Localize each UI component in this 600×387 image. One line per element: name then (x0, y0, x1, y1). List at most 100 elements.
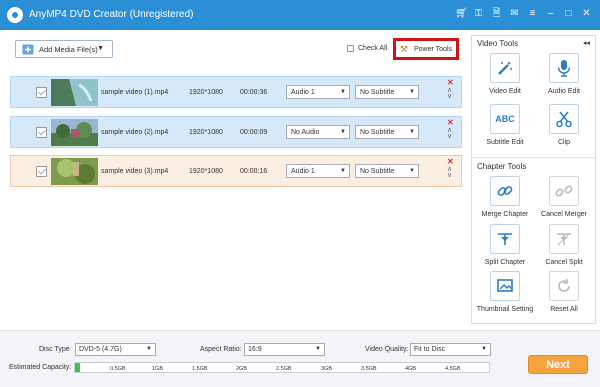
audio-value: Audio 1 (291, 168, 315, 175)
delete-icon[interactable]: ✕ (447, 118, 454, 127)
disc-type-label: Disc Type (39, 346, 70, 353)
subtitle-edit-label: Subtitle Edit (486, 139, 524, 146)
cancel-split-tool[interactable]: Cancel Split (534, 224, 594, 267)
aspect-ratio-select[interactable]: 16:9 ▼ (244, 343, 325, 356)
capacity-tick: 4GB (405, 366, 417, 372)
power-tools-button[interactable]: ⚒ Power Tools (393, 38, 459, 60)
chevron-down-icon: ▼ (315, 346, 321, 352)
chevron-down-icon: ▼ (409, 89, 415, 95)
video-edit-label: Video Edit (489, 88, 521, 95)
chevron-down-icon: ▼ (409, 168, 415, 174)
document-icon[interactable]: 🗎 (491, 8, 502, 20)
reorder-arrows-icon[interactable]: ∧ ∨ (447, 127, 452, 140)
merge-chapter-tool[interactable]: Merge Chapter (475, 176, 535, 219)
cancel-merger-label: Cancel Merger (541, 211, 587, 218)
row-checkbox[interactable] (36, 166, 47, 177)
aspect-ratio-value: 16:9 (248, 346, 262, 353)
delete-icon[interactable]: ✕ (447, 78, 454, 87)
key-icon[interactable]: ⚿ (473, 8, 484, 20)
subtitle-value: No Subtitle (360, 89, 395, 96)
audio-edit-tool[interactable]: Audio Edit (534, 53, 594, 96)
check-all-checkbox[interactable] (347, 45, 354, 52)
chevron-down-icon: ▼ (340, 168, 346, 174)
file-row[interactable]: sample video (1).mp4 1920*1080 00:00:36 … (10, 76, 462, 108)
capacity-fill (75, 363, 80, 372)
disc-type-value: DVD-5 (4.7G) (79, 346, 122, 353)
cancel-split-label: Cancel Split (545, 259, 583, 266)
magic-wand-icon (490, 53, 520, 83)
merge-chapter-label: Merge Chapter (481, 211, 529, 218)
subtitle-select[interactable]: No Subtitle ▼ (355, 164, 419, 178)
audio-select[interactable]: Audio 1 ▼ (286, 85, 350, 99)
add-media-button[interactable]: Add Media File(s) ▼ (15, 40, 113, 58)
chevron-down-icon: ▼ (340, 89, 346, 95)
main-toolbar: Add Media File(s) ▼ Check All ⚒ Power To… (0, 30, 466, 68)
chat-icon[interactable]: ✉ (509, 8, 520, 20)
file-name: sample video (2).mp4 (101, 129, 169, 136)
clip-tool[interactable]: Clip (534, 104, 594, 147)
audio-select[interactable]: No Audio ▼ (286, 125, 350, 139)
capacity-tick: 4.5GB (445, 366, 461, 372)
capacity-tick: 1GB (152, 366, 164, 372)
aspect-ratio-label: Aspect Ratio: (200, 346, 242, 353)
check-all-toggle[interactable]: Check All (347, 45, 387, 52)
subtitle-value: No Subtitle (360, 129, 395, 136)
chapter-tools-heading: Chapter Tools (477, 162, 527, 171)
cancel-split-icon (549, 224, 579, 254)
thumbnail-setting-tool[interactable]: Thumbnail Setting (475, 271, 535, 314)
disc-type-select[interactable]: DVD-5 (4.7G) ▼ (75, 343, 156, 356)
video-thumbnail (51, 158, 98, 185)
split-icon (490, 224, 520, 254)
panel-divider (472, 157, 595, 158)
video-thumbnail (51, 79, 98, 106)
add-file-icon (22, 44, 34, 55)
reset-all-tool[interactable]: Reset All (534, 271, 594, 314)
subtitle-edit-tool[interactable]: ABC Subtitle Edit (475, 104, 535, 147)
abc-icon: ABC (490, 104, 520, 134)
broken-link-icon (549, 176, 579, 206)
subtitle-select[interactable]: No Subtitle ▼ (355, 125, 419, 139)
file-row[interactable]: sample video (2).mp4 1920*1080 00:00:09 … (10, 116, 462, 148)
chevron-down-icon: ▼ (481, 346, 487, 352)
menu-icon[interactable]: ≡ (527, 8, 538, 20)
file-duration: 00:00:09 (240, 129, 268, 136)
collapse-panel-icon[interactable]: ◂◂ (583, 39, 590, 47)
reorder-arrows-icon[interactable]: ∧ ∨ (447, 87, 452, 100)
delete-icon[interactable]: ✕ (447, 157, 454, 166)
file-resolution: 1920*1080 (189, 89, 223, 96)
capacity-tick: 3.5GB (361, 366, 377, 372)
reorder-arrows-icon[interactable]: ∧ ∨ (447, 166, 452, 179)
next-button[interactable]: Next (528, 355, 588, 374)
microphone-icon (549, 53, 579, 83)
audio-value: No Audio (291, 129, 320, 136)
capacity-tick: 0.5GB (110, 366, 126, 372)
file-resolution: 1920*1080 (189, 129, 223, 136)
audio-select[interactable]: Audio 1 ▼ (286, 164, 350, 178)
video-tools-heading: Video Tools (477, 39, 519, 48)
capacity-tick: 2.5GB (276, 366, 292, 372)
file-duration: 00:00:36 (240, 89, 268, 96)
maximize-icon[interactable]: □ (563, 8, 574, 20)
video-quality-select[interactable]: Fit to Disc ▼ (410, 343, 491, 356)
window-controls: 🛒︎ ⚿ 🗎 ✉ ≡ – □ ✕ (455, 8, 592, 20)
row-checkbox[interactable] (36, 87, 47, 98)
audio-value: Audio 1 (291, 89, 315, 96)
power-tools-label: Power Tools (414, 46, 453, 53)
cancel-merger-tool[interactable]: Cancel Merger (534, 176, 594, 219)
output-settings-bar: Disc Type DVD-5 (4.7G) ▼ Aspect Ratio: 16… (0, 330, 600, 387)
video-edit-tool[interactable]: Video Edit (475, 53, 535, 96)
chevron-down-icon[interactable]: ▼ (97, 45, 104, 52)
video-quality-value: Fit to Disc (414, 346, 446, 353)
file-resolution: 1920*1080 (189, 168, 223, 175)
capacity-tick: 2GB (236, 366, 248, 372)
add-media-label: Add Media File(s) (39, 45, 98, 54)
split-chapter-tool[interactable]: Split Chapter (475, 224, 535, 267)
chevron-down-icon: ▼ (409, 129, 415, 135)
subtitle-select[interactable]: No Subtitle ▼ (355, 85, 419, 99)
cart-icon[interactable]: 🛒︎ (455, 8, 468, 20)
file-row-selected[interactable]: sample video (3).mp4 1920*1080 00:00:16 … (10, 155, 462, 187)
close-icon[interactable]: ✕ (581, 8, 592, 20)
row-checkbox[interactable] (36, 127, 47, 138)
minimize-icon[interactable]: – (545, 8, 556, 20)
file-duration: 00:00:16 (240, 168, 268, 175)
